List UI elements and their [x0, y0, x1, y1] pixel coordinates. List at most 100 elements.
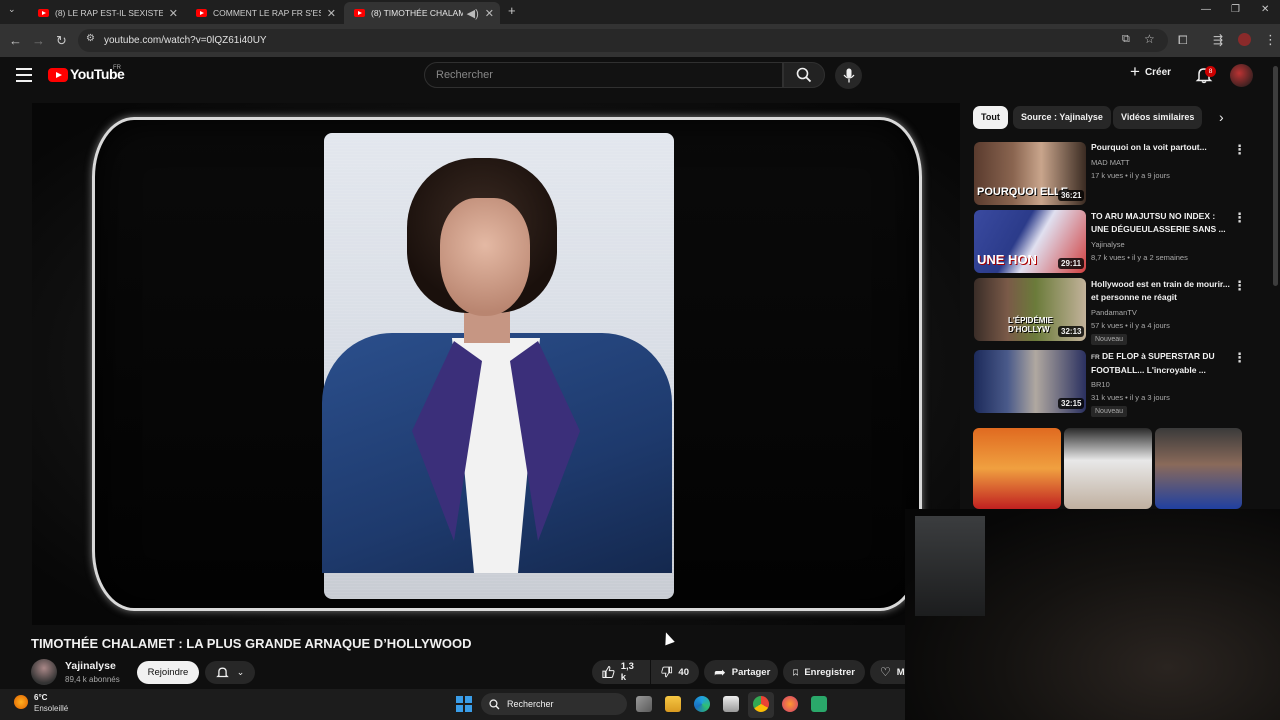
- dislike-button[interactable]: 40: [651, 660, 699, 684]
- channel-avatar[interactable]: [31, 659, 57, 685]
- close-tab-icon[interactable]: ✕: [169, 7, 178, 20]
- new-tab-button[interactable]: +: [508, 4, 516, 17]
- install-app-icon[interactable]: ⧉: [1122, 34, 1130, 45]
- webcam-background-door: [915, 516, 985, 616]
- thanks-button[interactable]: ♡ M: [870, 660, 905, 684]
- recommendation-thumbnail[interactable]: 32:15: [974, 350, 1086, 413]
- recommendation-channel[interactable]: PandamanTV: [1091, 308, 1137, 317]
- short-thumbnail[interactable]: [1064, 428, 1152, 509]
- create-label: Créer: [1144, 66, 1172, 78]
- plus-icon: +: [1130, 62, 1140, 81]
- create-button[interactable]: + Créer: [1130, 62, 1172, 81]
- more-options-icon[interactable]: ⋮: [1233, 210, 1246, 226]
- store-icon[interactable]: [723, 696, 739, 712]
- like-button[interactable]: 1,3 k: [592, 660, 650, 684]
- youtube-logo-icon[interactable]: [48, 68, 68, 82]
- firefox-icon[interactable]: [782, 696, 798, 712]
- site-info-icon[interactable]: ⚙: [86, 34, 95, 44]
- chip-source[interactable]: Source : Yajinalyse: [1013, 106, 1111, 129]
- subscriber-count: 89,4 k abonnés: [65, 675, 120, 684]
- search-icon: [796, 67, 812, 83]
- audio-icon[interactable]: ◀): [467, 7, 479, 20]
- recommendation-thumbnail[interactable]: UNE HON 29:11: [974, 210, 1086, 273]
- windows-start-icon[interactable]: [456, 696, 472, 712]
- recommendation-title[interactable]: FR DE FLOP à SUPERSTAR DU FOOTBALL... L'…: [1091, 350, 1231, 377]
- back-icon[interactable]: ←: [9, 34, 22, 47]
- recommendation-title[interactable]: Hollywood est en train de mourir... et p…: [1091, 278, 1231, 304]
- thumbs-up-icon: [602, 666, 615, 678]
- video-duration: 29:11: [1058, 258, 1085, 269]
- dislike-count: 40: [678, 666, 689, 678]
- channel-name[interactable]: Yajinalyse: [65, 660, 116, 672]
- recommendation-meta: 31 k vues • il y a 3 jours: [1091, 393, 1170, 402]
- recommendation-channel[interactable]: Yajinalyse: [1091, 240, 1125, 249]
- recommendation-title[interactable]: TO ARU MAJUTSU NO INDEX : UNE DÉGUEULASS…: [1091, 210, 1231, 236]
- chrome-icon[interactable]: [753, 696, 769, 712]
- chip-similar[interactable]: Vidéos similaires: [1113, 106, 1203, 129]
- weather-temperature[interactable]: 6°C: [34, 693, 47, 702]
- video-frame-face: [440, 198, 530, 316]
- profile-avatar-icon[interactable]: [1238, 33, 1251, 46]
- video-player[interactable]: [32, 103, 960, 625]
- chevron-right-icon[interactable]: ›: [1219, 109, 1224, 125]
- recommendation-meta: 57 k vues • il y a 4 jours: [1091, 321, 1170, 330]
- tab-1[interactable]: (8) LE RAP EST-IL SEXISTE ? (4 P ✕: [28, 2, 184, 24]
- tab-title: (8) LE RAP EST-IL SEXISTE ? (4 P: [55, 8, 163, 18]
- reload-icon[interactable]: ↻: [56, 34, 67, 47]
- tab-title: COMMENT LE RAP FR S'EST DÉ: [213, 8, 321, 18]
- tab-search-icon[interactable]: ⌄: [8, 5, 16, 14]
- close-window-icon[interactable]: ✕: [1261, 5, 1269, 15]
- recommendation-channel[interactable]: BR10: [1091, 380, 1110, 389]
- tab-3-active[interactable]: (8) TIMOTHÉE CHALAMET ◀) ✕: [344, 2, 500, 24]
- new-badge: Nouveau: [1091, 334, 1128, 345]
- extensions-icon[interactable]: ⧠: [1178, 34, 1188, 46]
- share-label: Partager: [731, 666, 771, 678]
- short-thumbnail[interactable]: [1155, 428, 1242, 509]
- more-options-icon[interactable]: ⋮: [1233, 278, 1246, 294]
- restore-icon[interactable]: ❐: [1231, 5, 1240, 15]
- video-title: TIMOTHÉE CHALAMET : LA PLUS GRANDE ARNAQ…: [31, 636, 472, 651]
- save-button[interactable]: Enregistrer: [783, 660, 865, 684]
- tab-title: (8) TIMOTHÉE CHALAMET: [371, 8, 463, 18]
- more-options-icon[interactable]: ⋮: [1233, 350, 1246, 366]
- video-duration: 32:15: [1058, 398, 1085, 409]
- search-button[interactable]: [783, 62, 825, 88]
- share-button[interactable]: ➦ Partager: [704, 660, 778, 684]
- voice-search-button[interactable]: [835, 62, 862, 89]
- chip-all[interactable]: Tout: [973, 106, 1008, 129]
- close-tab-icon[interactable]: ✕: [327, 7, 336, 20]
- share-arrow-icon: ➦: [714, 663, 726, 680]
- search-input[interactable]: Rechercher: [424, 62, 783, 88]
- language-prefix: FR: [1091, 354, 1100, 361]
- browser-menu-icon[interactable]: ⋮: [1264, 33, 1277, 46]
- weather-description[interactable]: Ensoleillé: [34, 704, 68, 713]
- forward-icon[interactable]: →: [32, 34, 45, 47]
- edge-icon[interactable]: [694, 696, 710, 712]
- hamburger-menu-icon[interactable]: [16, 68, 32, 82]
- tab-2[interactable]: COMMENT LE RAP FR S'EST DÉ ✕: [186, 2, 342, 24]
- minimize-icon[interactable]: —: [1201, 5, 1211, 15]
- app-icon[interactable]: [811, 696, 827, 712]
- address-bar[interactable]: ⚙ youtube.com/watch?v=0lQZ61i40UY ⧉ ☆: [78, 29, 1168, 52]
- region-code: FR: [113, 65, 121, 71]
- recommendation-thumbnail[interactable]: L'ÉPIDÉMIE D'HOLLYW 32:13: [974, 278, 1086, 341]
- thumbnail-caption: UNE HON: [977, 252, 1037, 267]
- save-label: Enregistrer: [804, 666, 855, 678]
- recommendation-channel[interactable]: MAD MATT: [1091, 158, 1130, 167]
- reading-mode-icon[interactable]: ⇶: [1213, 34, 1223, 46]
- page-scrollbar[interactable]: [1273, 66, 1278, 286]
- more-options-icon[interactable]: ⋮: [1233, 142, 1246, 158]
- close-tab-icon[interactable]: ✕: [485, 7, 494, 20]
- bookmark-star-icon[interactable]: ☆: [1144, 33, 1155, 45]
- account-avatar[interactable]: [1230, 64, 1253, 87]
- recommendation-thumbnail[interactable]: POURQUOI ELLE 36:21: [974, 142, 1086, 205]
- subscription-bell-button[interactable]: ⌄: [205, 661, 255, 684]
- taskbar-search-label: Rechercher: [507, 699, 554, 709]
- join-button[interactable]: Rejoindre: [137, 661, 199, 684]
- short-thumbnail[interactable]: [973, 428, 1061, 509]
- recommendation-title[interactable]: Pourquoi on la voit partout...: [1091, 141, 1231, 154]
- taskbar-search[interactable]: Rechercher: [481, 693, 627, 715]
- weather-sun-icon[interactable]: [14, 695, 28, 709]
- task-view-icon[interactable]: [636, 696, 652, 712]
- file-explorer-icon[interactable]: [665, 696, 681, 712]
